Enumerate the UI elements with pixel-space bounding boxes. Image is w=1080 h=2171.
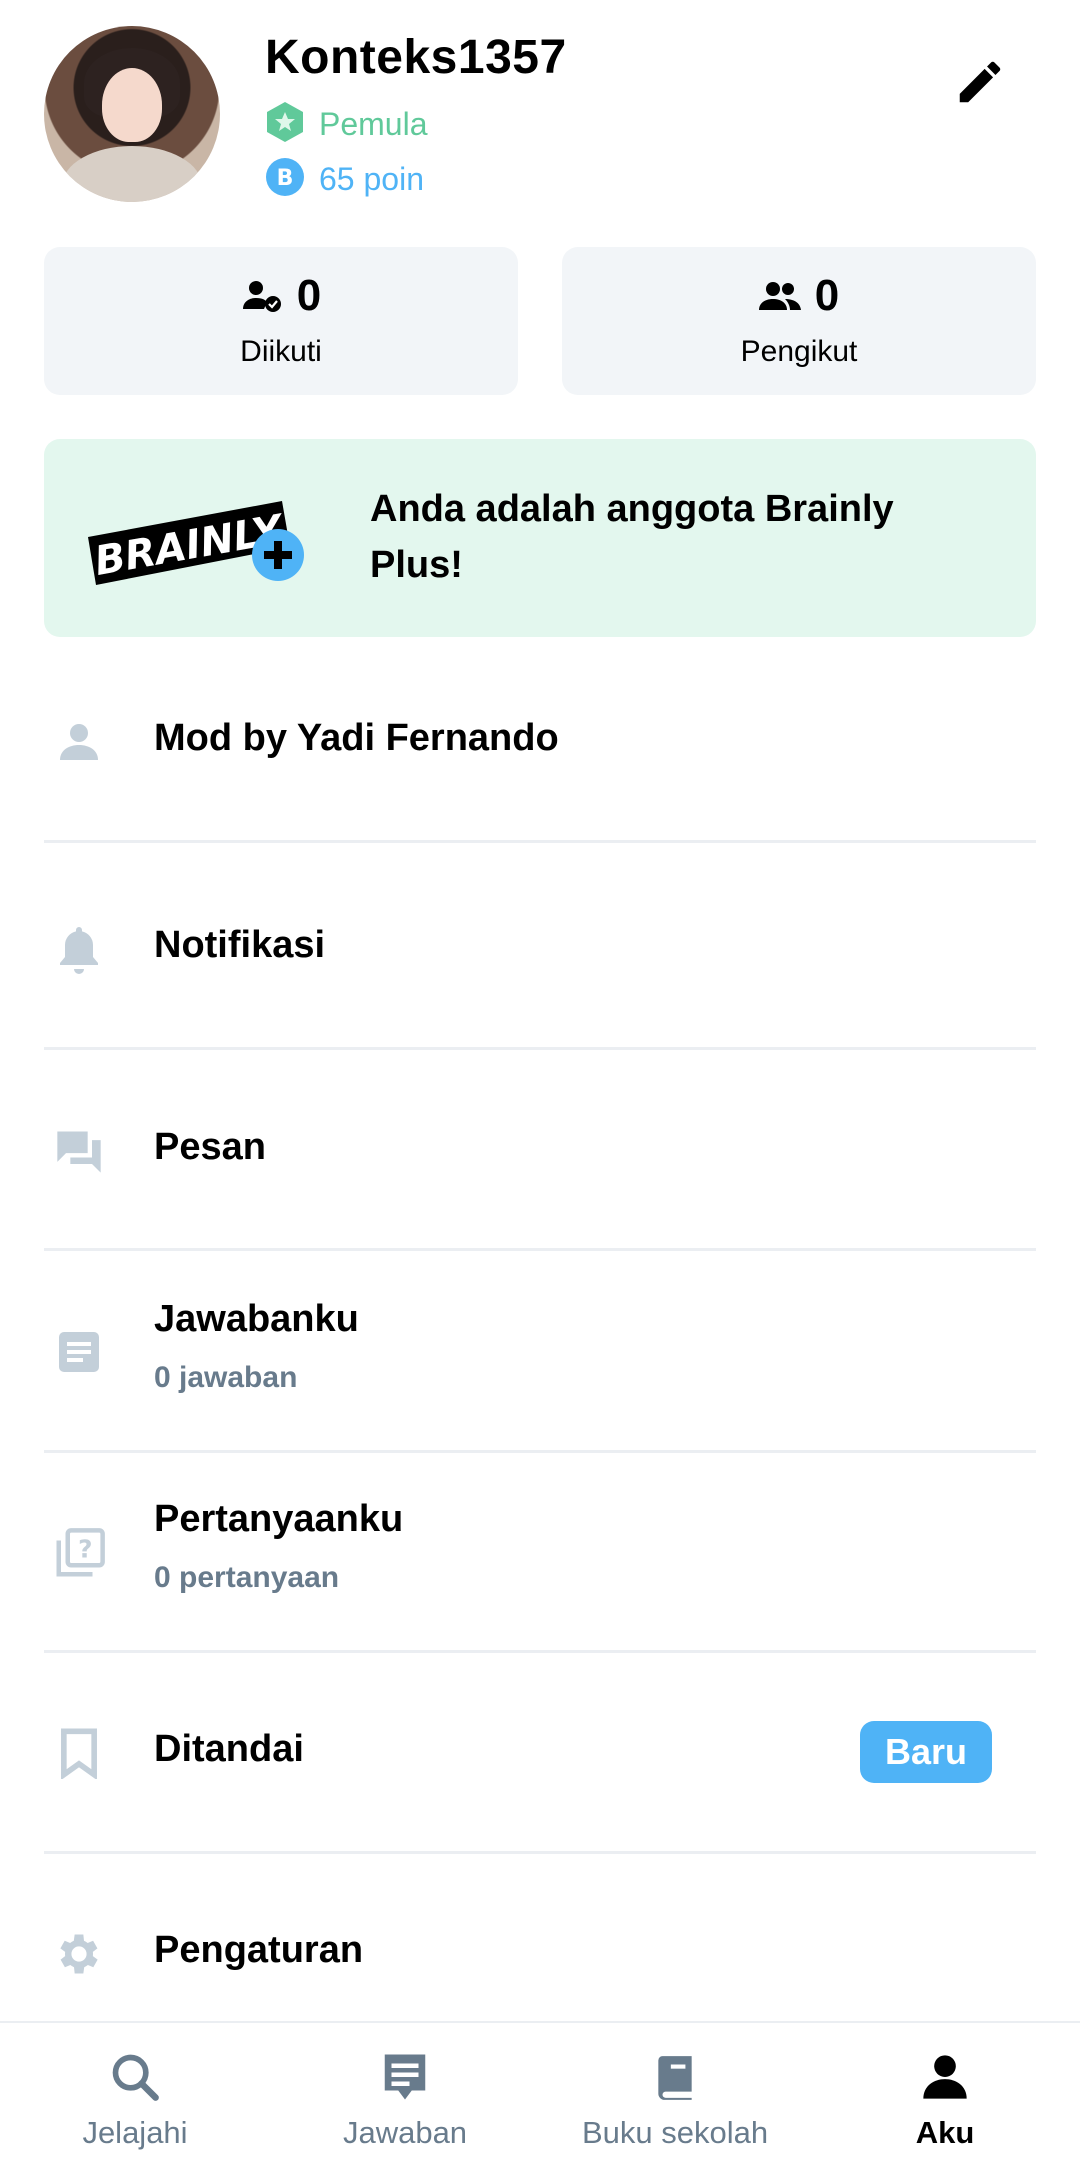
answers-icon (52, 1325, 106, 1379)
answers-nav-icon (377, 2049, 433, 2105)
pencil-icon (959, 61, 1001, 103)
nav-textbooks-label: Buku sekolah (581, 2115, 769, 2150)
plus-message: Anda adalah anggota Brainly Plus! (370, 488, 894, 586)
book-icon (647, 2049, 703, 2105)
nav-me-label: Aku (915, 2115, 975, 2150)
gear-icon (52, 1927, 106, 1981)
menu-label-questions: Pertanyaanku (154, 1498, 404, 1540)
question-icon: ? (52, 1527, 106, 1581)
brainly-plus-banner[interactable]: BRAINLY Anda adalah anggota Brainly Plus… (44, 439, 1036, 637)
following-label: Diikuti (240, 335, 322, 368)
avatar[interactable] (44, 26, 220, 202)
followers-count: 0 (814, 271, 840, 320)
bottom-nav: Jelajahi Jawaban Buku sekolah Aku (0, 2021, 1080, 2171)
followers-label: Pengikut (740, 335, 858, 368)
nav-answers-label: Jawaban (342, 2115, 468, 2150)
menu-item-notifications[interactable]: Notifikasi (44, 843, 1036, 1050)
following-icon (242, 281, 281, 312)
followers-stat[interactable]: 0 Pengikut (562, 247, 1036, 395)
profile-header: Konteks1357 Pemula B 65 poin (0, 0, 1080, 230)
nav-explore[interactable]: Jelajahi (0, 2023, 270, 2171)
nav-answers[interactable]: Jawaban (270, 2023, 540, 2171)
menu-label-bookmarks: Ditandai (154, 1728, 304, 1770)
menu-item-settings[interactable]: Pengaturan (44, 1854, 1036, 2021)
svg-text:?: ? (78, 1534, 92, 1563)
menu-label-settings: Pengaturan (154, 1929, 364, 1971)
menu-label-mod: Mod by Yadi Fernando (154, 717, 559, 759)
questions-count: 0 pertanyaan (154, 1561, 340, 1594)
edit-profile-button[interactable] (950, 52, 1010, 112)
brainly-plus-logo: BRAINLY (86, 485, 306, 595)
username: Konteks1357 (265, 31, 567, 84)
menu-label-notifications: Notifikasi (154, 924, 326, 966)
points-label: 65 poin (319, 161, 424, 197)
rank-label: Pemula (319, 106, 428, 142)
menu-label-answers: Jawabanku (154, 1298, 359, 1340)
menu-label-messages: Pesan (154, 1126, 266, 1168)
profile-icon (917, 2049, 973, 2105)
points-row: B 65 poin (265, 157, 424, 202)
menu-item-messages[interactable]: Pesan (44, 1050, 1036, 1251)
menu-item-answers[interactable]: Jawabanku 0 jawaban (44, 1251, 1036, 1453)
menu-item-mod[interactable]: Mod by Yadi Fernando (44, 637, 1036, 843)
answers-count: 0 jawaban (154, 1361, 298, 1394)
nav-me[interactable]: Aku (810, 2023, 1080, 2171)
menu-item-questions[interactable]: ? Pertanyaanku 0 pertanyaan (44, 1453, 1036, 1653)
menu-item-bookmarks[interactable]: Ditandai Baru (44, 1653, 1036, 1854)
nav-explore-label: Jelajahi (82, 2115, 188, 2150)
rank-badge-icon (265, 100, 305, 149)
followers-icon (758, 282, 801, 310)
points-coin-icon: B (265, 157, 305, 202)
nav-textbooks[interactable]: Buku sekolah (540, 2023, 810, 2171)
search-icon (107, 2049, 163, 2105)
rank-row: Pemula (265, 100, 428, 149)
chat-icon (52, 1124, 106, 1178)
following-stat[interactable]: 0 Diikuti (44, 247, 518, 395)
bell-icon (52, 922, 106, 976)
person-icon (52, 715, 106, 769)
new-badge: Baru (860, 1721, 992, 1783)
svg-text:B: B (277, 166, 294, 191)
following-count: 0 (296, 271, 322, 320)
bookmark-icon (52, 1726, 106, 1780)
